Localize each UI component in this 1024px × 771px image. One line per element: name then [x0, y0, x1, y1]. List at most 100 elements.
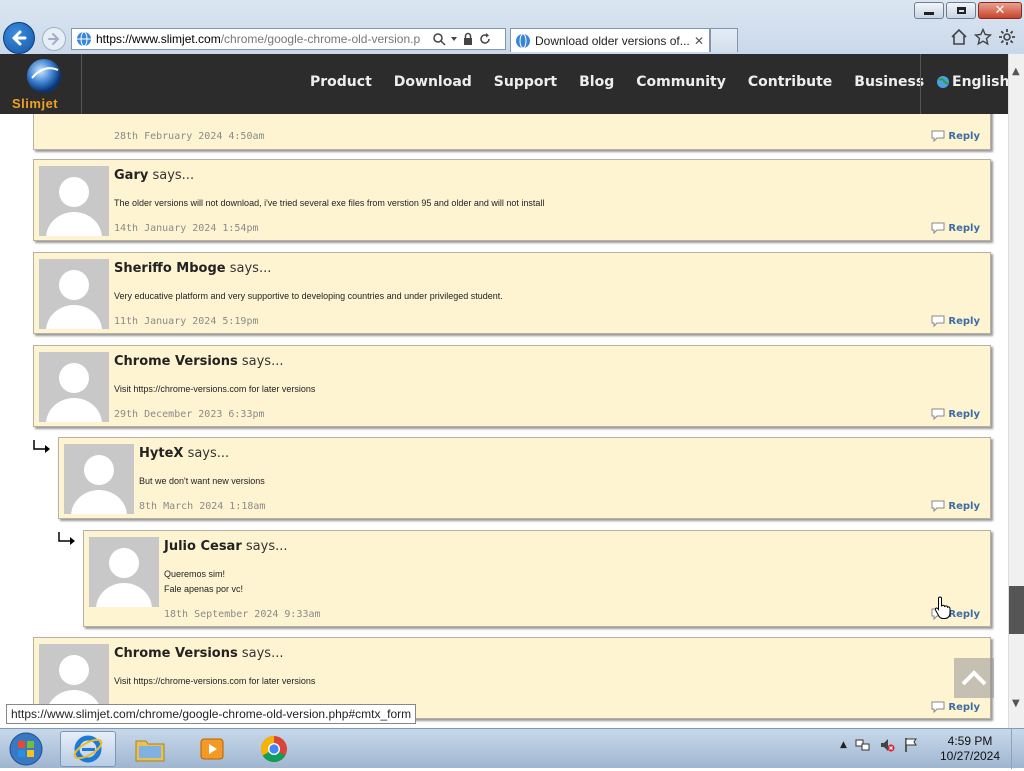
reply-link[interactable]: Reply — [930, 314, 980, 328]
reply-link[interactable]: Reply — [930, 129, 980, 143]
default-user-icon — [96, 548, 152, 607]
comments-section: 28th February 2024 4:50am Reply Gary say… — [0, 114, 1008, 728]
language-label: English — [952, 74, 1010, 90]
clock-date: 10/27/2024 — [939, 749, 1001, 763]
comment-author[interactable]: Chrome Versions — [114, 646, 238, 661]
tab-close-icon[interactable]: ✕ — [694, 34, 704, 48]
nav-support[interactable]: Support — [494, 74, 557, 90]
scroll-up-icon[interactable]: ▲ — [1012, 66, 1020, 77]
comment-author-line: Chrome Versions says... — [114, 354, 284, 369]
refresh-icon[interactable] — [478, 32, 492, 46]
avatar — [39, 352, 109, 422]
window-controls: ✕ — [914, 2, 1022, 19]
ie-page-icon — [77, 31, 91, 47]
nav-blog[interactable]: Blog — [579, 74, 614, 90]
chevron-up-icon — [961, 670, 987, 686]
comment-author[interactable]: Gary — [114, 168, 148, 183]
tray-expand-icon[interactable]: ▲ — [840, 740, 847, 750]
reply-link[interactable]: Reply — [930, 499, 980, 513]
windows-logo-icon — [9, 732, 43, 766]
network-icon[interactable] — [855, 737, 871, 753]
gear-icon[interactable] — [998, 28, 1016, 46]
comment-date: 11th January 2024 5:19pm — [114, 316, 259, 327]
comment-card: Chrome Versions says... Visit https://ch… — [33, 345, 991, 427]
dropdown-icon[interactable] — [450, 32, 458, 46]
home-icon[interactable] — [950, 28, 968, 46]
slimjet-globe-icon — [27, 59, 61, 93]
windows-taskbar: ▲ 4:59 PM 10/27/2024 — [0, 728, 1024, 769]
main-nav: Product Download Support Blog Community … — [310, 74, 924, 90]
avatar — [89, 537, 159, 607]
taskbar-clock[interactable]: 4:59 PM 10/27/2024 — [930, 734, 1010, 764]
media-player-icon — [200, 738, 224, 760]
back-to-top-button[interactable] — [954, 658, 994, 698]
nav-community[interactable]: Community — [636, 74, 726, 90]
taskbar-ie-button[interactable] — [60, 731, 116, 767]
internet-explorer-icon — [73, 735, 103, 763]
forward-arrow-icon — [48, 33, 60, 45]
avatar — [39, 166, 109, 236]
default-user-icon — [46, 363, 102, 422]
default-user-icon — [71, 455, 127, 514]
forward-button[interactable] — [42, 27, 66, 51]
scrollbar-thumb[interactable] — [1009, 586, 1024, 634]
browser-tab-active[interactable]: Download older versions of... ✕ — [510, 28, 710, 52]
page-scrollbar[interactable]: ▲ ▼ — [1008, 54, 1024, 728]
reply-bubble-icon — [931, 130, 945, 143]
reply-nest-arrow-icon — [33, 440, 50, 453]
comment-text: Visit https://chrome-versions.com for la… — [114, 384, 316, 394]
comment-text: But we don't want new versions — [139, 476, 265, 486]
comment-author[interactable]: HyteX — [139, 446, 183, 461]
nav-contribute[interactable]: Contribute — [748, 74, 832, 90]
back-button[interactable] — [3, 22, 35, 54]
minimize-button[interactable] — [914, 2, 944, 19]
comment-author[interactable]: Julio Cesar — [164, 539, 242, 554]
lock-icon[interactable] — [462, 32, 474, 46]
site-navbar: Slimjet Product Download Support Blog Co… — [0, 54, 1009, 114]
volume-muted-icon[interactable] — [879, 737, 895, 753]
taskbar-explorer-button[interactable] — [122, 731, 178, 767]
hand-cursor-icon — [934, 596, 951, 619]
address-url[interactable]: https://www.slimjet.com/chrome/google-ch… — [96, 32, 426, 46]
show-desktop-button[interactable] — [1011, 729, 1024, 769]
action-center-flag-icon[interactable] — [903, 737, 919, 753]
close-icon: ✕ — [994, 3, 1006, 18]
reply-link[interactable]: Reply — [930, 407, 980, 421]
tab-title: Download older versions of... — [535, 33, 690, 48]
comment-text: The older versions will not download, i'… — [114, 198, 545, 208]
close-window-button[interactable]: ✕ — [978, 2, 1022, 19]
globe-icon — [937, 76, 949, 88]
favorites-star-icon[interactable] — [974, 28, 992, 46]
nav-product[interactable]: Product — [310, 74, 372, 90]
comment-card: Gary says... The older versions will not… — [33, 159, 991, 241]
taskbar-media-player-button[interactable] — [184, 731, 240, 767]
start-button[interactable] — [6, 731, 46, 767]
language-selector[interactable]: English — [936, 74, 1009, 90]
reply-link[interactable]: Reply — [930, 700, 980, 714]
comment-date: 28th February 2024 4:50am — [114, 131, 265, 142]
reply-bubble-icon — [931, 500, 945, 513]
restore-button[interactable] — [946, 2, 976, 19]
search-icon[interactable] — [432, 32, 446, 46]
system-tray: ▲ — [840, 737, 919, 753]
slimjet-logo[interactable]: Slimjet — [4, 56, 82, 112]
comment-author[interactable]: Sheriffo Mboge — [114, 261, 226, 276]
comment-text: Very educative platform and very support… — [114, 291, 503, 301]
divider — [920, 54, 921, 114]
reply-bubble-icon — [931, 315, 945, 328]
divider — [81, 54, 82, 114]
clock-time: 4:59 PM — [947, 734, 993, 748]
address-bar[interactable]: https://www.slimjet.com/chrome/google-ch… — [71, 28, 506, 50]
scroll-down-icon[interactable]: ▼ — [1012, 698, 1020, 709]
reply-link[interactable]: Reply — [930, 221, 980, 235]
logo-text: Slimjet — [12, 96, 59, 111]
nav-download[interactable]: Download — [394, 74, 472, 90]
taskbar-chrome-button[interactable] — [246, 731, 302, 767]
nav-business[interactable]: Business — [854, 74, 924, 90]
back-arrow-icon — [12, 30, 27, 46]
new-tab-button[interactable] — [710, 28, 738, 52]
comment-author[interactable]: Chrome Versions — [114, 354, 238, 369]
comment-author-line: Chrome Versions says... — [114, 646, 284, 661]
comment-date: 8th March 2024 1:18am — [139, 501, 266, 512]
comment-card: HyteX says... But we don't want new vers… — [58, 437, 991, 519]
